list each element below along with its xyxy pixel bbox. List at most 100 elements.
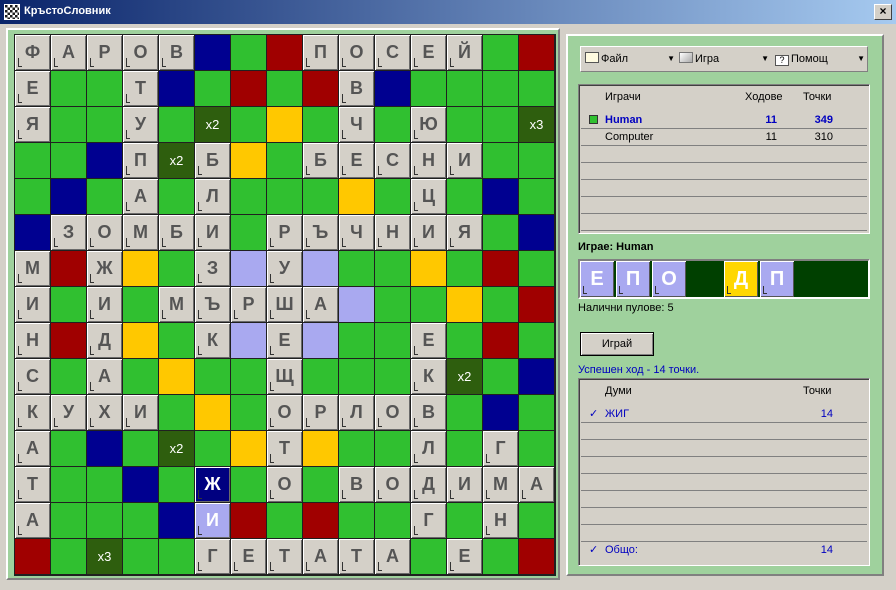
board-square[interactable] <box>123 503 158 538</box>
board-tile[interactable]: Ф <box>15 35 50 70</box>
premium-square-yellow[interactable] <box>159 359 194 394</box>
board-square[interactable] <box>51 503 86 538</box>
board-tile[interactable]: М <box>159 287 194 322</box>
board-square[interactable] <box>231 395 266 430</box>
rack-tile-selected[interactable]: Д <box>724 261 758 297</box>
board-square[interactable] <box>447 179 482 214</box>
premium-square-yellow[interactable] <box>231 143 266 178</box>
board-tile[interactable]: Д <box>87 323 122 358</box>
board-tile[interactable]: К <box>15 395 50 430</box>
premium-square-lightblue[interactable] <box>303 323 338 358</box>
board-tile[interactable]: Е <box>447 539 482 574</box>
board-tile[interactable]: Г <box>483 431 518 466</box>
board-tile[interactable]: Л <box>411 431 446 466</box>
board-square[interactable] <box>519 431 554 466</box>
board-tile[interactable]: З <box>195 251 230 286</box>
premium-square-blue[interactable] <box>123 467 158 502</box>
board-tile[interactable]: Е <box>411 323 446 358</box>
premium-square-red[interactable] <box>483 323 518 358</box>
board-square[interactable] <box>87 107 122 142</box>
board-tile[interactable]: Е <box>15 71 50 106</box>
premium-square-red[interactable] <box>519 287 554 322</box>
board-tile[interactable]: У <box>51 395 86 430</box>
board-square[interactable] <box>15 143 50 178</box>
board-square[interactable] <box>483 107 518 142</box>
board-square[interactable] <box>519 395 554 430</box>
board-tile[interactable]: Й <box>447 35 482 70</box>
board-tile[interactable]: А <box>15 503 50 538</box>
board-tile[interactable]: И <box>195 503 230 538</box>
board-tile[interactable]: Ш <box>267 287 302 322</box>
rack-tile[interactable]: П <box>760 261 794 297</box>
board-square[interactable] <box>159 323 194 358</box>
board-tile[interactable]: Ъ <box>195 287 230 322</box>
board-square[interactable] <box>375 251 410 286</box>
board-square[interactable] <box>267 143 302 178</box>
board-tile[interactable]: А <box>123 179 158 214</box>
board-tile[interactable]: И <box>15 287 50 322</box>
rack-tile[interactable]: П <box>616 261 650 297</box>
board-square[interactable] <box>519 251 554 286</box>
premium-square-blue[interactable] <box>519 215 554 250</box>
board-tile[interactable]: Я <box>15 107 50 142</box>
board-tile[interactable]: Т <box>15 467 50 502</box>
board-tile[interactable]: Г <box>411 503 446 538</box>
premium-square-lightblue[interactable] <box>231 323 266 358</box>
board-tile[interactable]: Т <box>267 539 302 574</box>
premium-square-red[interactable] <box>231 503 266 538</box>
board-square[interactable] <box>447 107 482 142</box>
board-tile[interactable]: И <box>447 143 482 178</box>
board-square[interactable] <box>231 359 266 394</box>
board-tile[interactable]: Ц <box>411 179 446 214</box>
premium-square-yellow[interactable] <box>303 431 338 466</box>
board-tile[interactable]: М <box>15 251 50 286</box>
board-square[interactable] <box>483 35 518 70</box>
word-row[interactable]: ✓ ЖИГ 14 <box>581 406 867 423</box>
board-tile[interactable]: Н <box>15 323 50 358</box>
board-square[interactable] <box>447 251 482 286</box>
board-square[interactable] <box>51 467 86 502</box>
premium-square-red[interactable] <box>519 539 554 574</box>
premium-square-yellow[interactable] <box>447 287 482 322</box>
board-square[interactable] <box>195 71 230 106</box>
board-tile[interactable]: Е <box>267 323 302 358</box>
board-tile[interactable]: П <box>123 143 158 178</box>
premium-square-blue[interactable] <box>15 215 50 250</box>
premium-square-yellow[interactable] <box>267 107 302 142</box>
board-tile[interactable]: О <box>87 215 122 250</box>
board-square[interactable] <box>195 359 230 394</box>
board-square[interactable] <box>231 179 266 214</box>
board-tile[interactable]: В <box>339 71 374 106</box>
board-square[interactable] <box>375 179 410 214</box>
board-square[interactable] <box>15 179 50 214</box>
board-square[interactable] <box>483 215 518 250</box>
board-square[interactable] <box>51 143 86 178</box>
board-tile[interactable]: Р <box>303 395 338 430</box>
board-square[interactable] <box>339 251 374 286</box>
board-square[interactable] <box>519 503 554 538</box>
board-square[interactable] <box>123 287 158 322</box>
board-square[interactable] <box>267 179 302 214</box>
board-square[interactable] <box>519 71 554 106</box>
board-tile[interactable]: К <box>195 323 230 358</box>
premium-square-red[interactable] <box>267 35 302 70</box>
board-square[interactable] <box>51 287 86 322</box>
board-tile[interactable]: Л <box>195 179 230 214</box>
board-tile[interactable]: У <box>123 107 158 142</box>
board-square[interactable] <box>195 431 230 466</box>
board-tile[interactable]: П <box>303 35 338 70</box>
board-tile[interactable]: Ж <box>87 251 122 286</box>
board-tile[interactable]: Ъ <box>303 215 338 250</box>
premium-square-yellow[interactable] <box>231 431 266 466</box>
board-tile[interactable]: Я <box>447 215 482 250</box>
board-square[interactable] <box>159 395 194 430</box>
premium-square-red[interactable] <box>15 539 50 574</box>
board-square[interactable] <box>339 431 374 466</box>
board-tile[interactable]: Б <box>195 143 230 178</box>
board-square[interactable] <box>339 503 374 538</box>
board-square[interactable] <box>159 539 194 574</box>
board-tile[interactable]: Т <box>339 539 374 574</box>
board-square[interactable] <box>483 71 518 106</box>
board-tile[interactable]: С <box>15 359 50 394</box>
board-tile[interactable]: С <box>375 143 410 178</box>
